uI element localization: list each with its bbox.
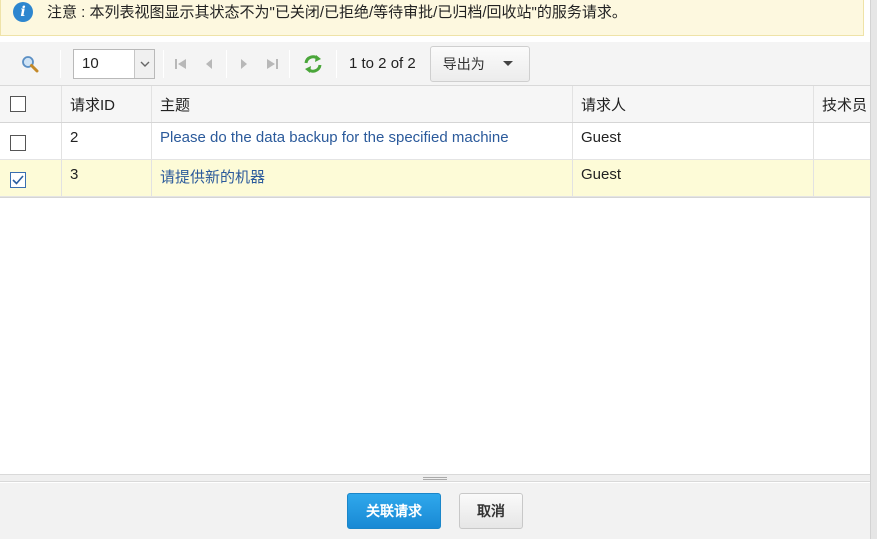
column-header-technician[interactable]: 技术员	[814, 86, 870, 122]
select-all-cell	[0, 86, 62, 122]
column-header-subject[interactable]: 主题	[152, 86, 573, 122]
requester-name: Guest	[573, 160, 814, 196]
table-row[interactable]: 3 请提供新的机器 Guest	[0, 160, 870, 197]
export-button[interactable]: 导出为	[429, 45, 530, 82]
dialog-footer: 关联请求 取消	[0, 483, 870, 539]
refresh-icon	[304, 54, 322, 73]
page-size-select[interactable]: 10	[73, 48, 155, 79]
technician-name	[814, 123, 870, 159]
row-checkbox[interactable]	[10, 172, 26, 188]
row-checkbox[interactable]	[10, 135, 26, 151]
select-all-checkbox[interactable]	[10, 96, 26, 112]
cancel-button[interactable]: 取消	[459, 493, 523, 529]
request-id: 3	[62, 160, 152, 196]
request-subject-link[interactable]: 请提供新的机器	[152, 160, 573, 196]
next-page-icon[interactable]	[237, 55, 251, 73]
grip-icon	[423, 476, 447, 480]
info-icon: i	[13, 1, 33, 22]
first-page-icon[interactable]	[174, 55, 188, 73]
notice-text: 注意 : 本列表视图显示其状态不为"已关闭/已拒绝/等待审批/已归档/回收站"的…	[47, 4, 627, 21]
check-icon	[12, 175, 24, 185]
associate-request-button[interactable]: 关联请求	[347, 493, 441, 529]
request-picker-dialog: i 注意 : 本列表视图显示其状态不为"已关闭/已拒绝/等待审批/已归档/回收站…	[0, 0, 877, 539]
search-button[interactable]	[0, 55, 60, 73]
request-table: 请求ID 主题 请求人 技术员 2 Please do the data bac…	[0, 86, 870, 198]
page-size-value: 10	[82, 55, 99, 72]
request-id: 2	[62, 123, 152, 159]
chevron-down-icon[interactable]	[134, 49, 154, 78]
column-header-requester[interactable]: 请求人	[573, 86, 814, 122]
technician-name	[814, 160, 870, 196]
table-header: 请求ID 主题 请求人 技术员	[0, 86, 870, 123]
table-row[interactable]: 2 Please do the data backup for the spec…	[0, 123, 870, 160]
refresh-button[interactable]	[290, 54, 336, 74]
caret-down-icon	[502, 61, 513, 66]
toolbar-divider	[60, 49, 61, 78]
column-header-id[interactable]: 请求ID	[62, 86, 152, 122]
page-info: 1 to 2 of 2	[349, 55, 416, 72]
list-toolbar: 10 1 to 2 of 2 导出为	[0, 42, 870, 86]
vertical-scrollbar[interactable]	[870, 0, 877, 539]
notice-bar: i 注意 : 本列表视图显示其状态不为"已关闭/已拒绝/等待审批/已归档/回收站…	[0, 0, 864, 36]
pagination-first-prev	[164, 55, 226, 73]
request-subject-link[interactable]: Please do the data backup for the specif…	[152, 123, 573, 159]
resize-handle[interactable]	[0, 474, 870, 482]
row-select-cell	[0, 123, 62, 159]
pagination-next-last	[227, 55, 289, 73]
requester-name: Guest	[573, 123, 814, 159]
prev-page-icon[interactable]	[202, 55, 216, 73]
last-page-icon[interactable]	[265, 55, 279, 73]
export-label: 导出为	[442, 55, 485, 72]
search-icon	[22, 55, 39, 72]
row-select-cell	[0, 160, 62, 196]
